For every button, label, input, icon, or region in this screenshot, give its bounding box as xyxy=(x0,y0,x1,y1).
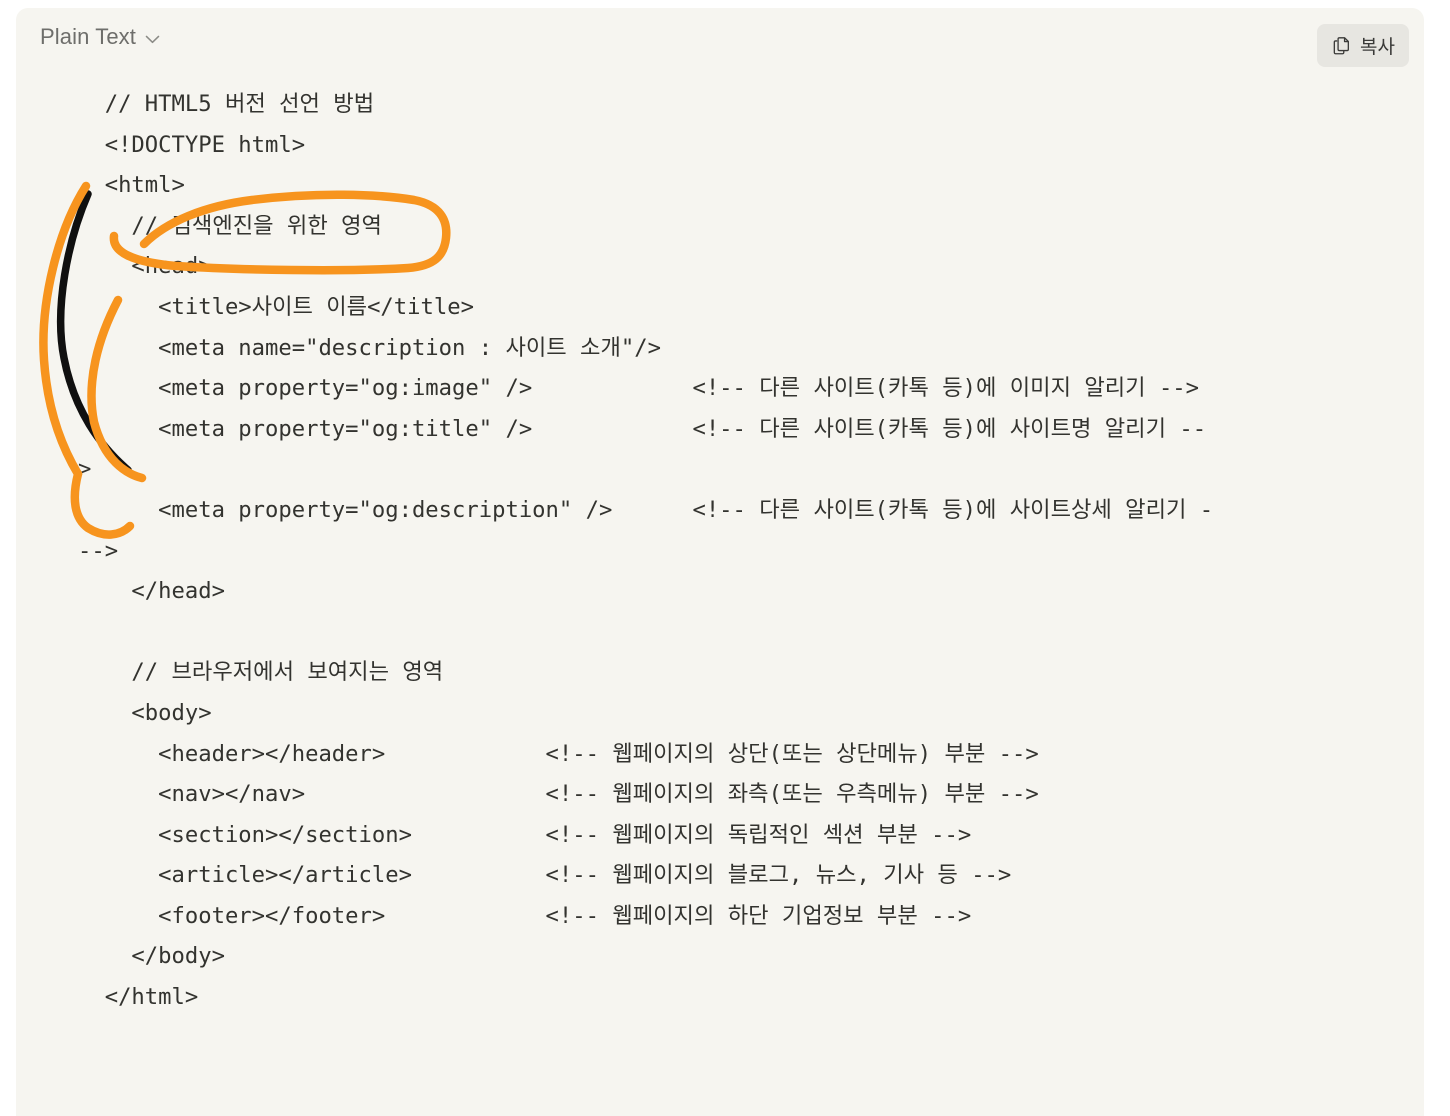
copy-icon xyxy=(1331,35,1352,56)
copy-button[interactable]: 복사 xyxy=(1317,24,1409,67)
code-text[interactable]: // HTML5 버전 선언 방법 <!DOCTYPE html> <html>… xyxy=(16,84,1424,1018)
language-selector[interactable]: Plain Text xyxy=(40,24,160,50)
screenshot-root: Plain Text 복사 // HTML5 버전 선언 방법 <!DOCTYP… xyxy=(0,0,1450,1116)
language-label: Plain Text xyxy=(40,24,136,49)
copy-button-label: 복사 xyxy=(1360,37,1395,58)
chevron-down-icon xyxy=(145,35,160,44)
code-content-area[interactable]: // HTML5 버전 선언 방법 <!DOCTYPE html> <html>… xyxy=(16,70,1424,1018)
code-block-card: Plain Text 복사 // HTML5 버전 선언 방법 <!DOCTYP… xyxy=(16,8,1424,1116)
code-block-header: Plain Text 복사 xyxy=(16,8,1424,70)
